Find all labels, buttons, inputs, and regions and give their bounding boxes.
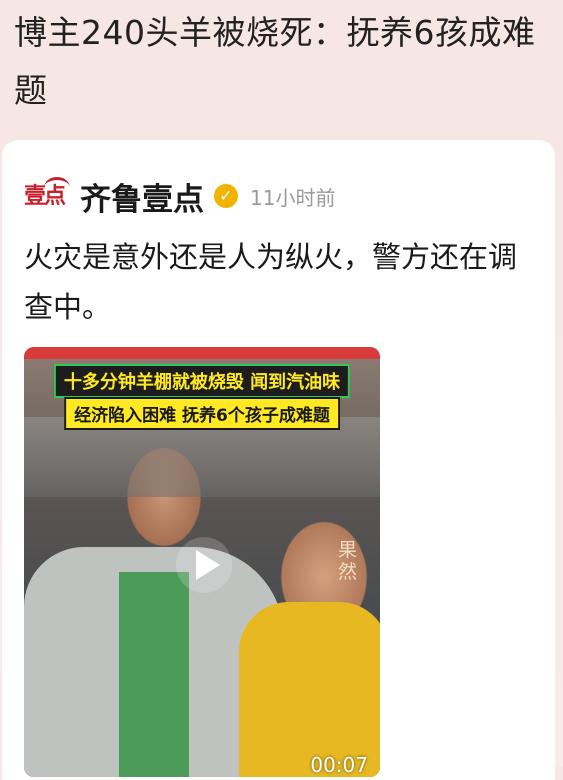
verified-badge-icon: ✓: [214, 184, 238, 208]
video-caption-2: 经济陷入困难 抚养6个孩子成难题: [64, 397, 340, 430]
source-row[interactable]: 壹点 齐鲁壹点 ✓ 11小时前: [24, 174, 335, 218]
source-name[interactable]: 齐鲁壹点: [80, 174, 204, 219]
video-duration: 00:07: [310, 753, 368, 777]
post-time: 11小时前: [250, 185, 336, 210]
page-headline: 博主240头羊被烧死：抚养6孩成难题: [14, 13, 536, 110]
video-thumbnail[interactable]: 十多分钟羊棚就被烧毁 闻到汽油味 经济陷入困难 抚养6个孩子成难题 果然 00:…: [24, 347, 380, 777]
top-caption-strip: [24, 347, 380, 359]
person-shirt: [119, 572, 189, 777]
video-caption-1: 十多分钟羊棚就被烧毁 闻到汽油味: [53, 364, 351, 398]
post-text[interactable]: 火灾是意外还是人为纵火，警方还在调查中。: [24, 232, 534, 332]
source-logo-icon[interactable]: 壹点: [24, 177, 70, 213]
person-figure-2: [239, 602, 380, 777]
play-icon[interactable]: [176, 537, 232, 593]
video-watermark: 果然: [338, 539, 358, 583]
news-card[interactable]: 壹点 齐鲁壹点 ✓ 11小时前 火灾是意外还是人为纵火，警方还在调查中。 十多分…: [2, 140, 555, 780]
